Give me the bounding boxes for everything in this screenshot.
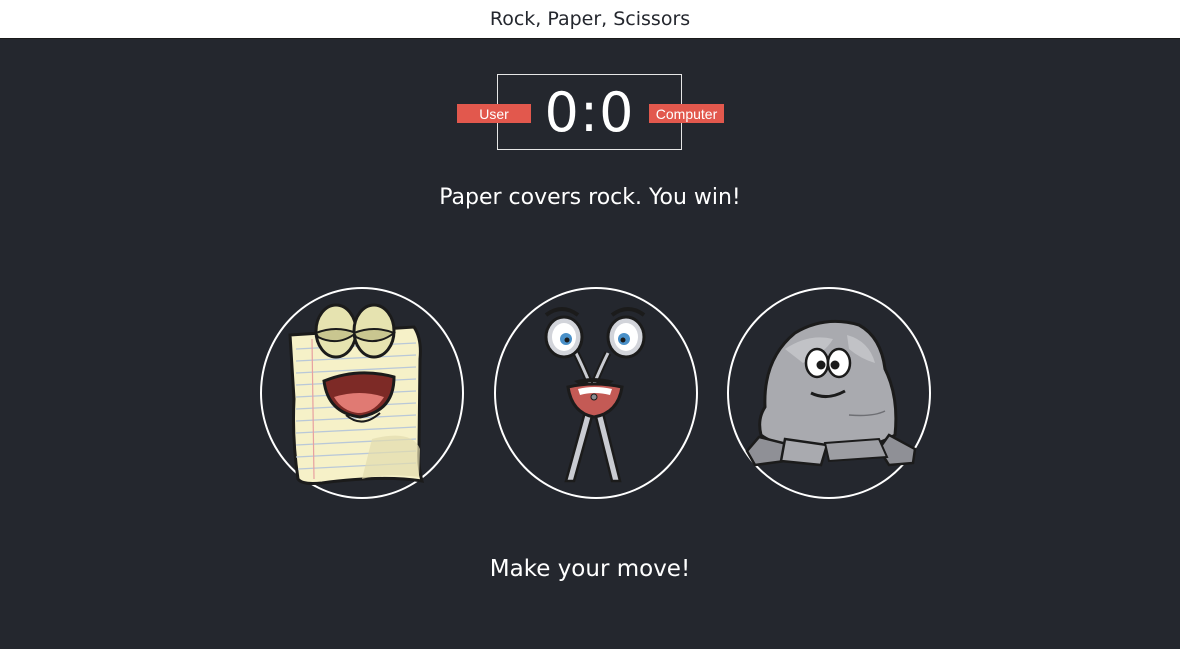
result-message: Paper covers rock. You win! [439, 185, 741, 210]
rock-character-icon [745, 319, 917, 467]
move-prompt: Make your move! [489, 556, 691, 582]
paper-choice-button[interactable] [260, 287, 464, 499]
app-title: Rock, Paper, Scissors [489, 8, 691, 30]
scissors-choice-button[interactable] [494, 287, 698, 499]
user-label-badge: User [457, 104, 531, 123]
app-header: Rock, Paper, Scissors [0, 0, 1180, 39]
rock-choice-button[interactable] [727, 287, 931, 499]
paper-character-icon [288, 303, 425, 485]
scissors-character-icon [544, 307, 646, 483]
computer-label-badge: Computer [649, 104, 724, 123]
